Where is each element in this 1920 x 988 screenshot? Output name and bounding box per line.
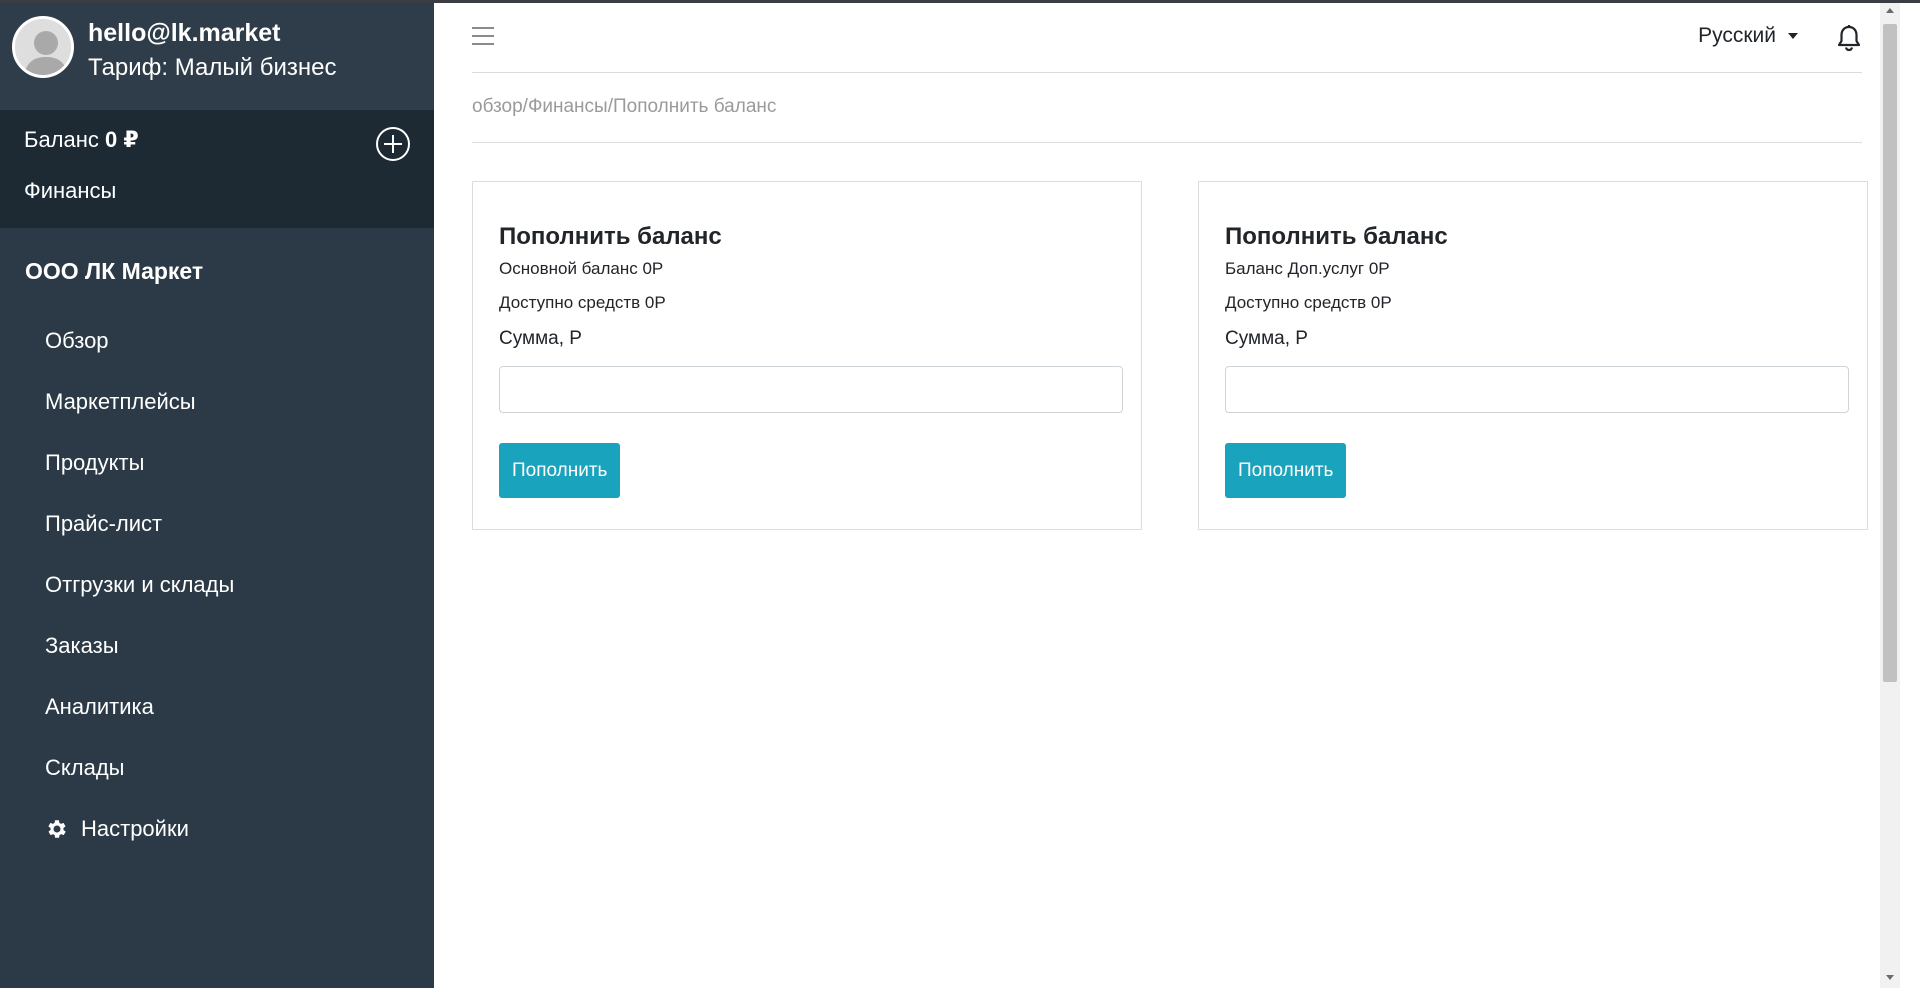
amount-label: Сумма, Р [499, 328, 582, 349]
extra-services-topup-card: Пополнить баланс Баланс Доп.услуг 0Р Дос… [1198, 181, 1868, 530]
sidebar-item-price-list[interactable]: Прайс-лист [0, 493, 434, 554]
sidebar-item-label: Маркетплейсы [45, 388, 196, 414]
company-name: ООО ЛК Маркет [25, 258, 204, 284]
balance-amount: 0 ₽ [105, 127, 139, 152]
sidebar-item-label: Обзор [45, 327, 109, 353]
available-funds-text: Доступно средств 0Р [499, 293, 666, 312]
user-silhouette-icon [15, 19, 71, 75]
amount-input[interactable] [1225, 366, 1849, 413]
scroll-up-arrow-icon[interactable] [1886, 8, 1894, 13]
sidebar-item-label: Аналитика [45, 693, 154, 719]
add-balance-plus-icon[interactable] [376, 127, 410, 161]
sidebar: hello@lk.market Тариф: Малый бизнес Бала… [0, 0, 434, 988]
sidebar-item-label: Прайс-лист [45, 510, 163, 536]
language-label: Русский [1698, 24, 1776, 47]
balance-label: Баланс [24, 127, 99, 152]
card-title: Пополнить баланс [499, 223, 722, 250]
hamburger-menu-icon[interactable] [472, 27, 494, 47]
gear-icon [45, 817, 69, 841]
amount-label: Сумма, Р [1225, 328, 1308, 349]
sidebar-item-label: Заказы [45, 632, 119, 658]
topup-button[interactable]: Пополнить [499, 443, 621, 498]
balance-line: Баланс 0 ₽ [24, 124, 410, 156]
user-header: hello@lk.market Тариф: Малый бизнес [0, 0, 434, 110]
sidebar-item-label: Настройки [81, 815, 189, 841]
main-balance-topup-card: Пополнить баланс Основной баланс 0Р Дост… [472, 181, 1142, 530]
sidebar-item-warehouses[interactable]: Склады [0, 737, 434, 798]
available-funds-text: Доступно средств 0Р [1225, 293, 1392, 312]
sidebar-item-label: Отгрузки и склады [45, 571, 235, 597]
topbar: Русский [472, 0, 1862, 73]
card-title: Пополнить баланс [1225, 223, 1448, 250]
user-info: hello@lk.market Тариф: Малый бизнес [88, 16, 336, 86]
main-content: Русский обзор/Финансы/Пополнить баланс П… [434, 0, 1900, 988]
user-email: hello@lk.market [88, 19, 281, 47]
scrollbar-thumb[interactable] [1883, 24, 1897, 682]
sidebar-item-shipments[interactable]: Отгрузки и склады [0, 554, 434, 615]
amount-input[interactable] [499, 366, 1123, 413]
sidebar-item-label: Склады [45, 754, 125, 780]
sidebar-nav: Обзор Маркетплейсы Продукты Прайс-лист О… [0, 310, 434, 859]
balance-block: Баланс 0 ₽ Финансы [0, 110, 434, 228]
sidebar-item-orders[interactable]: Заказы [0, 615, 434, 676]
sidebar-item-products[interactable]: Продукты [0, 432, 434, 493]
window-top-edge [0, 0, 1920, 3]
sidebar-item-analytics[interactable]: Аналитика [0, 676, 434, 737]
language-dropdown[interactable]: Русский [1698, 24, 1798, 48]
vertical-scrollbar[interactable] [1880, 0, 1900, 988]
sidebar-item-settings[interactable]: Настройки [0, 798, 434, 859]
caret-down-icon [1788, 33, 1798, 39]
extra-services-balance-text: Баланс Доп.услуг 0Р [1225, 259, 1390, 278]
scroll-down-arrow-icon[interactable] [1886, 975, 1894, 980]
sidebar-item-label: Продукты [45, 449, 145, 475]
main-balance-text: Основной баланс 0Р [499, 259, 664, 278]
avatar[interactable] [12, 16, 74, 78]
finance-link[interactable]: Финансы [24, 176, 410, 206]
user-plan: Тариф: Малый бизнес [88, 54, 337, 81]
sidebar-item-marketplaces[interactable]: Маркетплейсы [0, 371, 434, 432]
divider [472, 142, 1862, 143]
breadcrumb[interactable]: обзор/Финансы/Пополнить баланс [472, 96, 776, 118]
sidebar-item-overview[interactable]: Обзор [0, 310, 434, 371]
topup-button[interactable]: Пополнить [1225, 443, 1347, 498]
bell-icon[interactable] [1836, 24, 1862, 52]
